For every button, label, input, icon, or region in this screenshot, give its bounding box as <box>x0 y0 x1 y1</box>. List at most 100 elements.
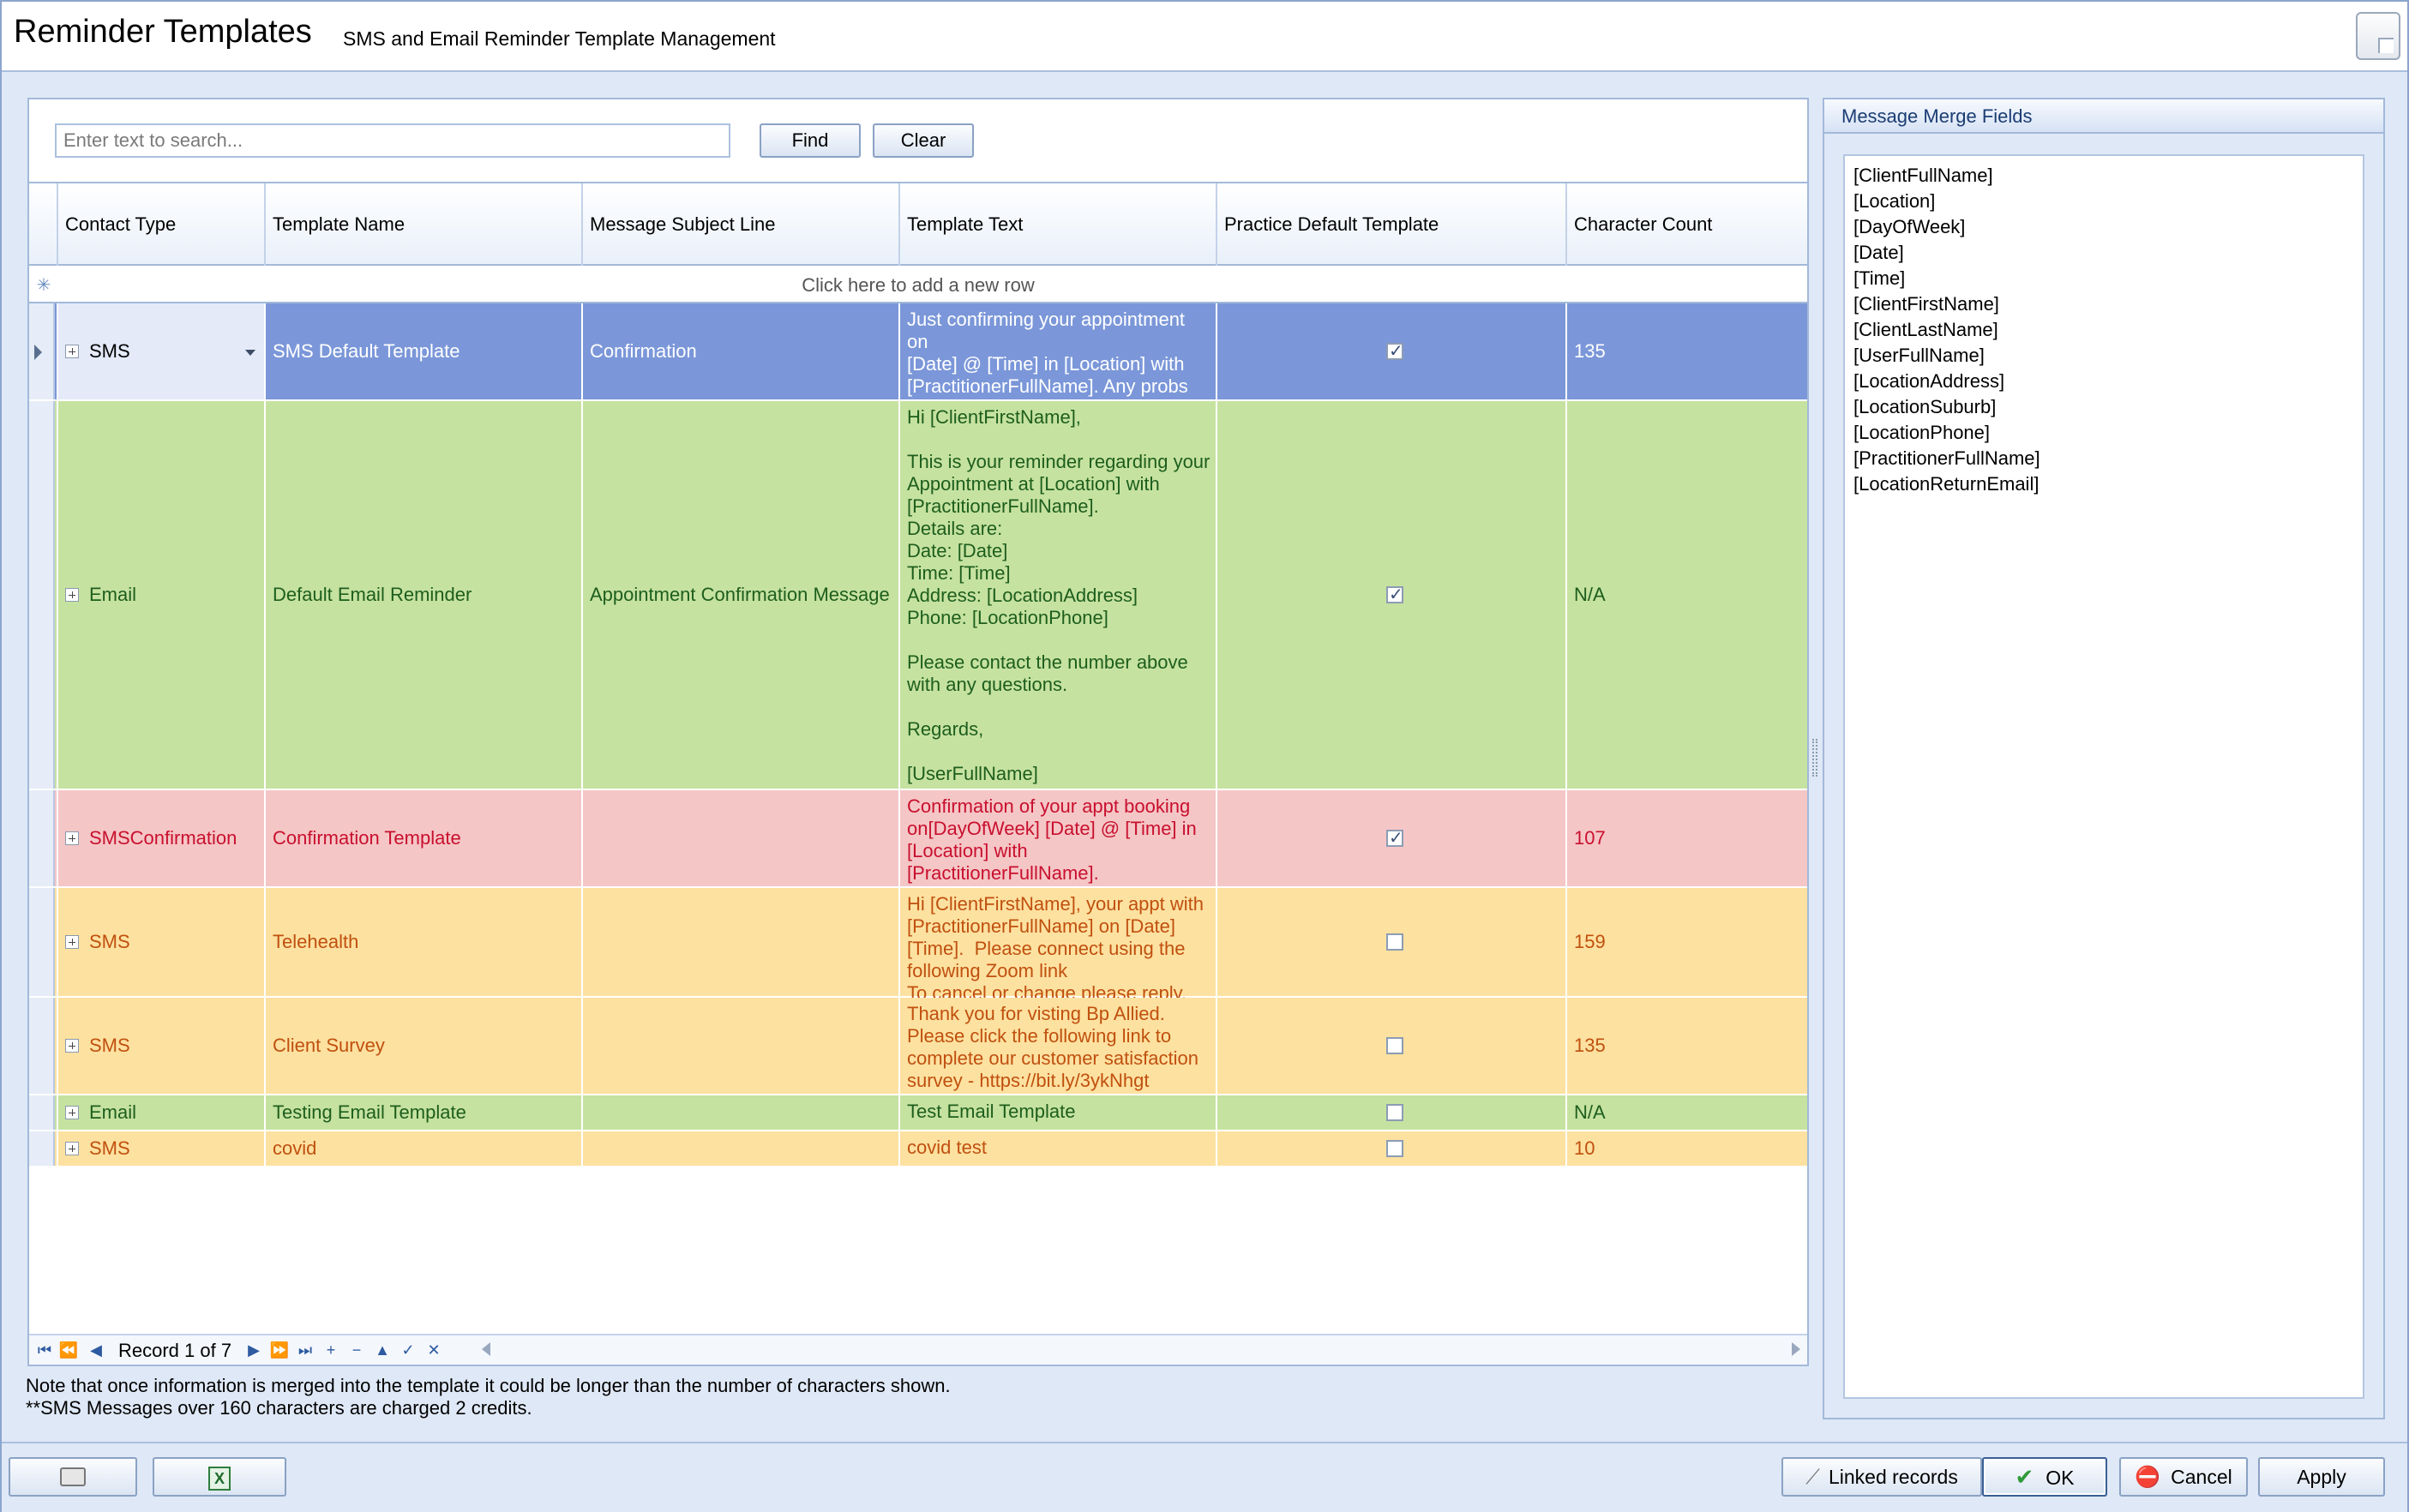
contact-type-cell[interactable]: Email <box>57 1095 264 1130</box>
linked-records-button[interactable]: ⟋ Linked records <box>1781 1457 1982 1497</box>
expand-icon[interactable] <box>65 1039 79 1053</box>
practice-default-cell[interactable] <box>1216 888 1565 996</box>
count-cell[interactable]: 107 <box>1565 790 1807 886</box>
subject-cell[interactable] <box>581 1095 898 1130</box>
default-checkbox[interactable] <box>1386 584 1403 605</box>
merge-field-item[interactable]: [ClientFullName] <box>1853 163 2354 189</box>
table-row[interactable]: SMS Telehealth Hi [ClientFirstName], your … <box>29 888 1807 1004</box>
expand-icon[interactable] <box>65 831 79 845</box>
subject-cell[interactable] <box>581 790 898 886</box>
contact-type-cell[interactable]: SMS <box>57 303 264 399</box>
search-input[interactable] <box>55 123 730 158</box>
count-cell[interactable]: N/A <box>1565 1095 1807 1130</box>
row-indicator[interactable] <box>29 790 55 886</box>
expand-icon[interactable] <box>65 588 79 602</box>
row-indicator[interactable] <box>29 303 55 399</box>
edit-icon[interactable]: ▲ <box>370 1339 394 1361</box>
template-name-cell[interactable]: Testing Email Template <box>264 1095 581 1130</box>
template-name-cell[interactable]: SMS Default Template <box>264 303 581 399</box>
header-template-name[interactable]: Template Name <box>264 183 581 266</box>
template-name-cell[interactable]: Default Email Reminder <box>264 401 581 789</box>
default-checkbox[interactable] <box>1386 1140 1403 1157</box>
row-indicator[interactable] <box>29 1131 55 1166</box>
text-cell[interactable]: Hi [ClientFirstName], This is your remin… <box>898 401 1216 789</box>
header-contact-type[interactable]: Contact Type <box>57 183 264 266</box>
header-template-text[interactable]: Template Text <box>898 183 1216 266</box>
cancel-button[interactable]: ⛔ Cancel <box>2119 1457 2248 1497</box>
merge-field-item[interactable]: [UserFullName] <box>1853 343 2354 369</box>
chevron-down-icon[interactable] <box>245 350 255 356</box>
subject-cell[interactable]: Confirmation <box>581 303 898 399</box>
next-icon[interactable]: ▶ <box>242 1339 266 1361</box>
count-cell[interactable]: 135 <box>1565 303 1807 399</box>
expand-icon[interactable] <box>65 345 79 358</box>
header-subject-line[interactable]: Message Subject Line <box>581 183 898 266</box>
text-cell[interactable]: Confirmation of your appt booking on[Day… <box>898 790 1216 886</box>
header-character-count[interactable]: Character Count <box>1565 183 1807 266</box>
prev-icon[interactable]: ◀ <box>84 1339 108 1361</box>
text-cell[interactable]: Thank you for visting Bp Allied. Please … <box>898 998 1216 1094</box>
text-cell[interactable]: Test Email Template <box>898 1095 1216 1130</box>
export-excel-button[interactable]: X <box>153 1457 286 1497</box>
practice-default-cell[interactable] <box>1216 998 1565 1094</box>
count-cell[interactable]: 135 <box>1565 998 1807 1094</box>
merge-field-item[interactable]: [LocationSuburb] <box>1853 394 2354 420</box>
subject-cell[interactable]: Appointment Confirmation Message <box>581 401 898 789</box>
practice-default-cell[interactable] <box>1216 1131 1565 1166</box>
template-name-cell[interactable]: covid <box>264 1131 581 1166</box>
table-row[interactable]: SMS Client Survey Thank you for visting Bp… <box>29 998 1807 1095</box>
default-checkbox[interactable] <box>1386 340 1403 362</box>
table-row[interactable]: Email Default Email Reminder Appointment C… <box>29 401 1807 790</box>
template-name-cell[interactable]: Client Survey <box>264 998 581 1094</box>
new-row[interactable]: ✳ Click here to add a new row <box>29 266 1807 303</box>
practice-default-cell[interactable] <box>1216 1095 1565 1130</box>
apply-button[interactable]: Apply <box>2258 1457 2385 1497</box>
merge-field-item[interactable]: [Time] <box>1853 266 2354 291</box>
merge-field-item[interactable]: [Location] <box>1853 189 2354 214</box>
subject-cell[interactable] <box>581 1131 898 1166</box>
expand-icon[interactable] <box>65 935 79 949</box>
text-cell[interactable]: covid test <box>898 1131 1216 1166</box>
practice-default-cell[interactable] <box>1216 401 1565 789</box>
merge-field-item[interactable]: [LocationAddress] <box>1853 369 2354 394</box>
count-cell[interactable]: 10 <box>1565 1131 1807 1166</box>
default-checkbox[interactable] <box>1386 933 1403 951</box>
header-practice-default[interactable]: Practice Default Template <box>1216 183 1565 266</box>
merge-fields-list[interactable]: [ClientFullName] [Location] [DayOfWeek] [Da… <box>1843 154 2364 1399</box>
ok-button[interactable]: ✔ OK <box>1982 1457 2107 1497</box>
next-page-icon[interactable]: ⏩ <box>267 1339 291 1361</box>
row-indicator[interactable] <box>29 401 55 789</box>
post-icon[interactable]: ✓ <box>396 1339 420 1361</box>
clear-button[interactable]: Clear <box>873 123 974 158</box>
expand-icon[interactable] <box>65 1106 79 1119</box>
last-icon[interactable]: ⏭ <box>293 1339 317 1361</box>
document-icon[interactable] <box>2356 12 2400 60</box>
cancel-edit-icon[interactable]: ✕ <box>422 1339 446 1361</box>
print-button[interactable] <box>9 1457 137 1497</box>
text-cell[interactable]: Hi [ClientFirstName], your appt with [Pr… <box>898 888 1216 1004</box>
prev-page-icon[interactable]: ⏪ <box>57 1339 81 1361</box>
merge-field-item[interactable]: [LocationReturnEmail] <box>1853 471 2354 497</box>
default-checkbox[interactable] <box>1386 827 1403 849</box>
table-row[interactable]: Email Testing Email Template Test Email Te… <box>29 1095 1807 1131</box>
merge-field-item[interactable]: [Date] <box>1853 240 2354 266</box>
merge-field-item[interactable]: [PractitionerFullName] <box>1853 446 2354 471</box>
contact-type-cell[interactable]: Email <box>57 401 264 789</box>
subject-cell[interactable] <box>581 888 898 996</box>
merge-field-item[interactable]: [LocationPhone] <box>1853 420 2354 446</box>
subject-cell[interactable] <box>581 998 898 1094</box>
first-icon[interactable]: ⏮ <box>33 1339 57 1361</box>
append-icon[interactable]: + <box>319 1339 343 1361</box>
default-checkbox[interactable] <box>1386 1104 1403 1121</box>
practice-default-cell[interactable] <box>1216 790 1565 886</box>
contact-type-cell[interactable]: SMS <box>57 888 264 996</box>
contact-type-cell[interactable]: SMS <box>57 1131 264 1166</box>
row-indicator[interactable] <box>29 998 55 1094</box>
count-cell[interactable]: 159 <box>1565 888 1807 996</box>
expand-icon[interactable] <box>65 1142 79 1155</box>
contact-type-cell[interactable]: SMS <box>57 998 264 1094</box>
table-row[interactable]: SMS covid covid test 10 <box>29 1131 1807 1167</box>
contact-type-cell[interactable]: SMSConfirmation <box>57 790 264 886</box>
scroll-left-icon[interactable] <box>482 1342 490 1356</box>
practice-default-cell[interactable] <box>1216 303 1565 399</box>
